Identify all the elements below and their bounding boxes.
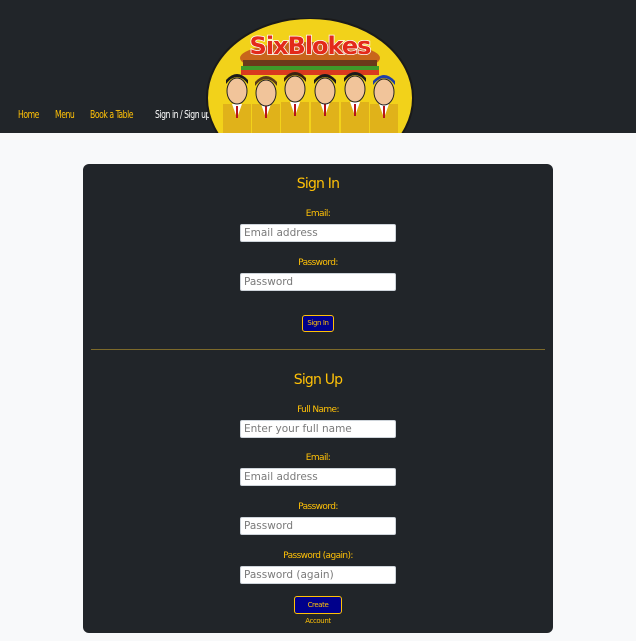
signin-password-label: Password: bbox=[298, 258, 338, 268]
section-divider bbox=[91, 349, 545, 350]
signin-password-input[interactable] bbox=[240, 273, 396, 291]
signup-password2-input[interactable] bbox=[240, 566, 396, 584]
signup-password2-label: Password (again): bbox=[283, 551, 353, 561]
signin-email-input[interactable] bbox=[240, 224, 396, 242]
signup-password-label: Password: bbox=[298, 502, 338, 512]
signup-fullname-label: Full Name: bbox=[297, 405, 339, 415]
signup-email-label: Email: bbox=[305, 453, 331, 463]
signin-email-label: Email: bbox=[305, 209, 331, 219]
signin-button[interactable]: Sign In bbox=[302, 315, 334, 332]
navbar: Home Menu Book a Table Sign in / Sign up bbox=[0, 0, 636, 133]
signup-email-input[interactable] bbox=[240, 468, 396, 486]
signup-password-input[interactable] bbox=[240, 517, 396, 535]
site-logo[interactable]: SixBlokes bbox=[205, 18, 415, 133]
nav-menu-link[interactable]: Menu bbox=[55, 108, 75, 121]
nav-home-link[interactable]: Home bbox=[18, 108, 39, 121]
auth-card: Sign In Email: Password: Sign In Sign Up… bbox=[83, 164, 553, 633]
signup-fullname-input[interactable] bbox=[240, 420, 396, 438]
signup-title: Sign Up bbox=[293, 372, 343, 388]
logo-text: SixBlokes bbox=[250, 32, 372, 60]
nav-links: Home Menu Book a Table Sign in / Sign up bbox=[18, 108, 235, 121]
nav-signin-signup-link[interactable]: Sign in / Sign up bbox=[155, 108, 210, 121]
logo-image: SixBlokes bbox=[206, 18, 414, 133]
signin-title: Sign In bbox=[296, 176, 340, 192]
create-account-button[interactable]: Create Account bbox=[294, 596, 342, 625]
nav-book-table-link[interactable]: Book a Table bbox=[90, 108, 134, 121]
